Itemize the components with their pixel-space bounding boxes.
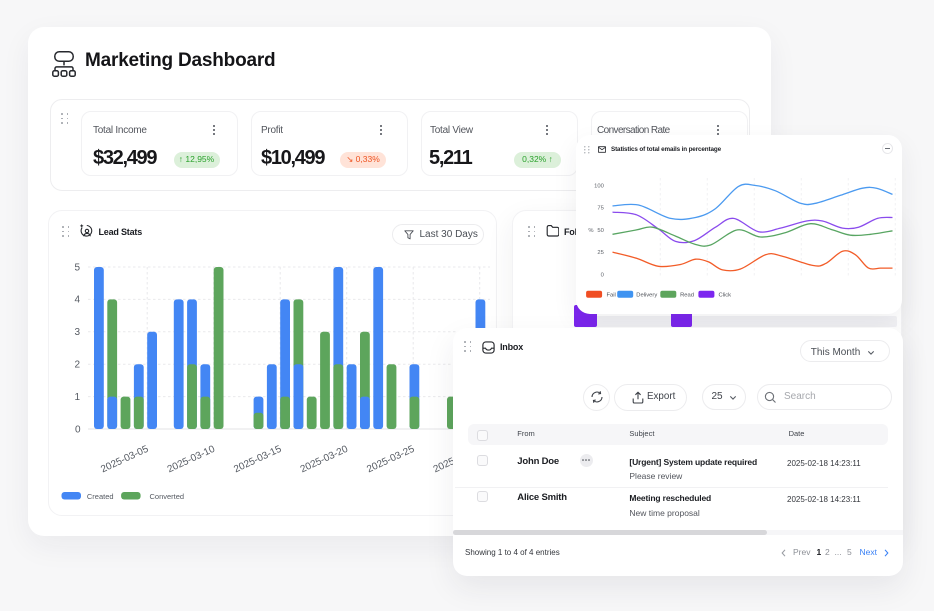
svg-text:100: 100	[594, 184, 604, 190]
svg-text:2025-03-20: 2025-03-20	[299, 444, 350, 476]
svg-text:3: 3	[74, 327, 80, 338]
svg-text:%: %	[588, 228, 593, 234]
svg-text:Read: Read	[680, 293, 694, 299]
svg-text:Delivery: Delivery	[636, 293, 657, 299]
svg-text:2025-03-15: 2025-03-15	[232, 444, 283, 476]
svg-text:0: 0	[75, 425, 81, 436]
svg-text:2025-03-25: 2025-03-25	[365, 444, 416, 476]
svg-text:Fail: Fail	[606, 293, 615, 299]
svg-text:5: 5	[74, 262, 80, 273]
svg-text:0: 0	[600, 272, 603, 278]
svg-text:2025-03-10: 2025-03-10	[166, 444, 217, 476]
svg-text:75: 75	[597, 206, 603, 212]
svg-text:50: 50	[597, 228, 603, 234]
svg-text:2025-03-05: 2025-03-05	[99, 444, 150, 476]
svg-text:Converted: Converted	[150, 492, 185, 501]
svg-text:25: 25	[597, 250, 603, 256]
svg-text:2: 2	[74, 360, 80, 371]
svg-text:1: 1	[74, 392, 80, 403]
svg-text:Click: Click	[718, 293, 731, 299]
svg-text:4: 4	[74, 295, 80, 306]
svg-text:Created: Created	[87, 492, 114, 501]
